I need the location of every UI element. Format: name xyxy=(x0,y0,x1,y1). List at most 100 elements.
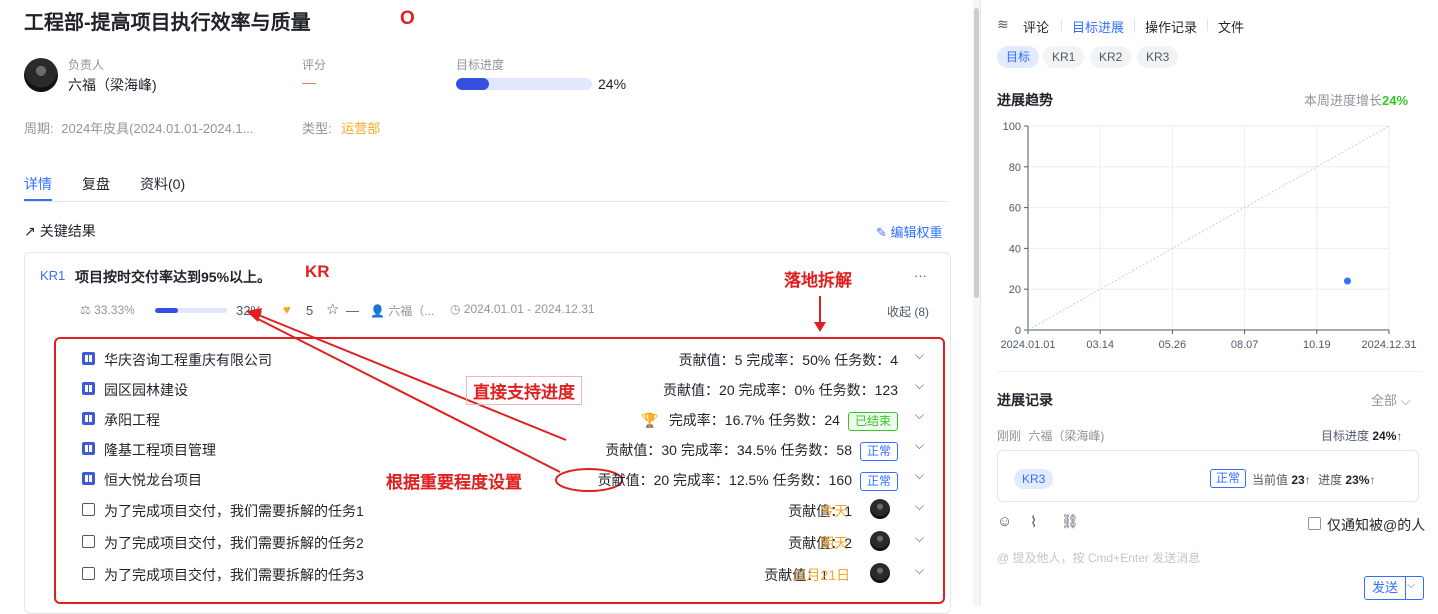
task-checkbox[interactable] xyxy=(82,567,95,580)
emoji-icon[interactable]: ☺ xyxy=(997,513,1012,530)
y-tick-label: 100 xyxy=(1003,121,1021,133)
user-icon: 👤 xyxy=(370,304,385,318)
type-label: 类型: xyxy=(302,121,332,136)
list-item[interactable]: 华庆咨询工程重庆有限公司 贡献值：5 完成率：50% 任务数：4 ⌵ xyxy=(82,347,932,371)
chevron-down-icon[interactable]: ⌵ xyxy=(915,408,924,423)
message-input[interactable]: @ 提及他人，按 Cmd+Enter 发送消息 xyxy=(997,549,1200,566)
goal-progress-fill xyxy=(456,78,489,90)
collapse-button[interactable]: 收起 (8) xyxy=(887,303,929,320)
task-row[interactable]: 为了完成项目交付，我们需要拆解的任务3 贡献值：1 11月21日 ⌵ xyxy=(82,562,932,586)
task-checkbox[interactable] xyxy=(82,503,95,516)
list-item-meta: 贡献值：5 完成率：50% 任务数：4 xyxy=(678,352,898,368)
kr-owner-name: 六福（... xyxy=(388,304,435,318)
scrollbar-thumb[interactable] xyxy=(974,8,979,298)
task-due: 11月21日 xyxy=(792,567,851,583)
y-tick-label: 0 xyxy=(1015,325,1021,337)
avatar[interactable] xyxy=(24,58,58,92)
tab-materials[interactable]: 资料(0) xyxy=(140,174,185,194)
notify-checkbox[interactable] xyxy=(1308,517,1321,530)
avatar[interactable] xyxy=(870,499,890,519)
tab-files[interactable]: 文件 xyxy=(1218,17,1244,36)
task-name: 为了完成项目交付，我们需要拆解的任务2 xyxy=(104,535,364,551)
tab-review[interactable]: 复盘 xyxy=(82,174,110,194)
task-row[interactable]: 为了完成项目交付，我们需要拆解的任务2 贡献值：2 明天 ⌵ xyxy=(82,530,932,554)
chevron-down-icon[interactable]: ⌵ xyxy=(915,438,924,453)
status-badge: 已结束 xyxy=(847,412,898,431)
weekly-growth-value: 24% xyxy=(1382,93,1409,108)
list-item-meta-wrap: 贡献值：30 完成率：34.5% 任务数：58 正常 xyxy=(605,440,898,461)
goal-detail-panel: 工程部-提高项目执行效率与质量 O 负责人 六福（梁海峰) 评分 — 目标进度 … xyxy=(0,0,972,614)
edit-weight-label: 编辑权重 xyxy=(890,225,943,240)
tab-separator xyxy=(1207,19,1208,31)
score-value[interactable]: — xyxy=(302,74,316,90)
pill-goal[interactable]: 目标 xyxy=(997,46,1040,68)
annotation-breakdown: 落地拆解 xyxy=(784,271,852,290)
task-checkbox[interactable] xyxy=(82,535,95,548)
record-progress-value: 23% xyxy=(1345,473,1370,487)
edit-icon: ✎ xyxy=(876,225,887,240)
list-item[interactable]: 隆基工程项目管理 贡献值：30 完成率：34.5% 任务数：58 正常 ⌵ xyxy=(82,437,932,461)
chevron-down-icon[interactable]: ⌵ xyxy=(1407,579,1415,592)
pill-kr2[interactable]: KR2 xyxy=(1090,46,1132,68)
x-tick-label: 03.14 xyxy=(1086,339,1114,351)
star-icon[interactable]: ☆ xyxy=(326,300,339,318)
tab-goal-progress[interactable]: 目标进展 xyxy=(1072,17,1124,36)
list-item[interactable]: 承阳工程 🏆 完成率：16.7% 任务数：24 已结束 ⌵ xyxy=(82,407,932,431)
list-item-name: 园区园林建设 xyxy=(104,382,188,398)
link-icon[interactable]: ⛓ xyxy=(1061,513,1079,530)
kr-more-button[interactable]: ··· xyxy=(914,268,927,283)
tab-detail[interactable]: 详情 xyxy=(24,174,52,194)
chevron-down-icon: ⌵ xyxy=(1400,393,1411,408)
records-filter-label: 全部 xyxy=(1371,393,1398,408)
records-title: 进展记录 xyxy=(997,392,1053,408)
avatar[interactable] xyxy=(870,531,890,551)
record-card[interactable]: KR3 正常 当前值 23↑ 进度 23%↑ xyxy=(997,450,1419,502)
status-badge: 正常 xyxy=(859,472,898,491)
send-button-group: 发送 ⌵ xyxy=(1364,576,1424,600)
notify-label: 仅通知被@的人 xyxy=(1327,517,1426,533)
pill-kr3[interactable]: KR3 xyxy=(1137,46,1179,68)
list-item-meta-label: 贡献值： xyxy=(597,472,654,488)
scale-icon: ⚖ xyxy=(80,303,91,317)
chevron-down-icon[interactable]: ⌵ xyxy=(915,499,924,514)
chevron-down-icon[interactable]: ⌵ xyxy=(915,563,924,578)
x-tick-label: 08.07 xyxy=(1231,339,1259,351)
scrollbar[interactable] xyxy=(973,0,980,606)
goal-progress-label: 目标进度 xyxy=(456,58,505,72)
chevron-down-icon[interactable]: ⌵ xyxy=(915,378,924,393)
y-tick-label: 40 xyxy=(1009,243,1021,255)
layers-icon[interactable]: ≋ xyxy=(997,16,1009,33)
task-row[interactable]: 为了完成项目交付，我们需要拆解的任务1 贡献值：1 今天 ⌵ xyxy=(82,498,932,522)
record-current-value: 23 xyxy=(1291,473,1305,487)
heart-icon[interactable]: ♥ xyxy=(283,302,291,317)
pill-kr1[interactable]: KR1 xyxy=(1043,46,1085,68)
attachment-icon[interactable]: ⌇ xyxy=(1030,513,1037,531)
record-status-badge: 正常 xyxy=(1210,469,1247,488)
project-icon xyxy=(82,382,95,395)
kr-title[interactable]: 项目按时交付率达到95%以上。 xyxy=(75,267,271,287)
clock-icon: ◷ xyxy=(450,302,461,316)
kr-owner[interactable]: 👤 六福（... xyxy=(370,302,434,319)
tab-comments[interactable]: 评论 xyxy=(1023,17,1049,36)
key-results-title: 关键结果 xyxy=(39,223,96,239)
edit-weight-link[interactable]: ✎ 编辑权重 xyxy=(876,222,943,241)
avatar[interactable] xyxy=(870,563,890,583)
progress-panel: ≋ 评论 目标进展 操作记录 文件 目标 KR1 KR2 KR3 进展趋势 本周… xyxy=(981,0,1438,606)
target-line xyxy=(1027,125,1390,331)
records-filter[interactable]: 全部 ⌵ xyxy=(1371,390,1411,409)
chevron-down-icon[interactable]: ⌵ xyxy=(915,348,924,363)
tab-operation-log[interactable]: 操作记录 xyxy=(1145,17,1197,36)
type-value[interactable]: 运营部 xyxy=(341,121,380,136)
goal-progress-text: 24% xyxy=(598,76,627,92)
record-author: 六福（梁海峰) xyxy=(1028,429,1105,443)
send-button[interactable]: 发送 xyxy=(1365,577,1405,599)
record-values: 当前值 23↑ 进度 23%↑ xyxy=(1252,471,1375,488)
annotation-importance: 根据重要程度设置 xyxy=(386,473,522,492)
chevron-down-icon[interactable]: ⌵ xyxy=(915,531,924,546)
kr-likes: 5 xyxy=(306,303,314,318)
list-item-meta: 贡献值：20 完成率：0% 任务数：123 xyxy=(663,382,898,398)
record-progress-label: 进度 xyxy=(1318,473,1343,487)
chevron-down-icon[interactable]: ⌵ xyxy=(915,468,924,483)
owner-name[interactable]: 六福（梁海峰) xyxy=(68,75,157,95)
list-item-meta-wrap: 🏆 完成率：16.7% 任务数：24 已结束 xyxy=(641,410,898,431)
